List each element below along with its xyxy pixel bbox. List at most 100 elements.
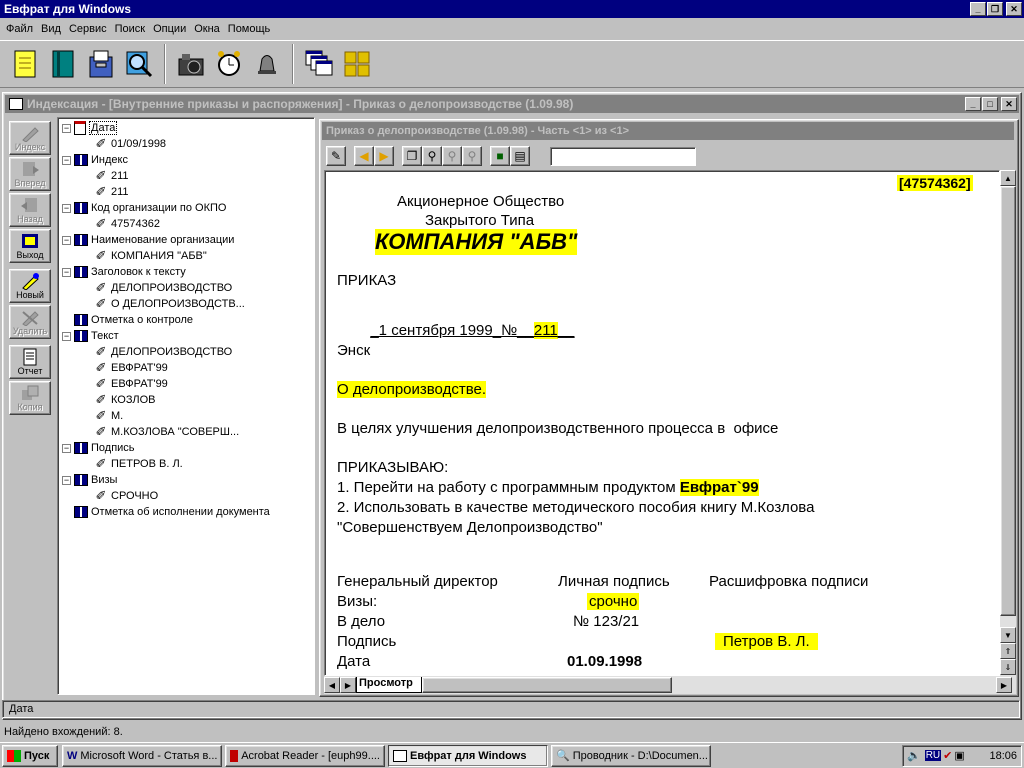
- book-button[interactable]: [44, 45, 82, 83]
- tree-node[interactable]: − Код организации по ОКПО: [62, 200, 314, 216]
- collapse-icon[interactable]: −: [62, 203, 71, 213]
- indexing-titlebar[interactable]: Индексация - [Внутренние приказы и распо…: [5, 95, 1019, 113]
- restore-button[interactable]: ❐: [987, 2, 1003, 16]
- checkmark-icon[interactable]: ✔: [943, 749, 952, 762]
- monitor-icon[interactable]: ▣: [954, 749, 964, 762]
- index-tree[interactable]: − Дата ✐ 01/09/1998− Индекс ✐ 211 ✐ 211− Код орга…: [57, 117, 315, 695]
- cascade-button[interactable]: [300, 45, 338, 83]
- report-button[interactable]: Отчет: [9, 345, 51, 379]
- scroll-thumb[interactable]: [1000, 186, 1016, 616]
- alarm-button[interactable]: [210, 45, 248, 83]
- tree-leaf[interactable]: ✐ М.: [62, 408, 314, 424]
- menu-service[interactable]: Сервис: [65, 23, 111, 35]
- document-vscrollbar[interactable]: ▲ ▼ ⇑ ⇓: [1000, 170, 1016, 678]
- system-tray: 🔈 RU ✔ ▣ 18:06: [902, 744, 1022, 767]
- tree-leaf[interactable]: ✐ О ДЕЛОПРОИЗВОДСТВ...: [62, 296, 314, 312]
- tree-leaf[interactable]: ✐ КОМПАНИЯ "АБВ": [62, 248, 314, 264]
- tree-leaf[interactable]: ✐ 01/09/1998: [62, 136, 314, 152]
- menu-windows[interactable]: Окна: [190, 23, 224, 35]
- search-button[interactable]: [120, 45, 158, 83]
- tree-node[interactable]: − Заголовок к тексту: [62, 264, 314, 280]
- new-button[interactable]: Новый: [9, 269, 51, 303]
- tree-node[interactable]: − Текст: [62, 328, 314, 344]
- tree-leaf[interactable]: ✐ КОЗЛОВ: [62, 392, 314, 408]
- tree-node[interactable]: Отметка о контроле: [62, 312, 314, 328]
- hscroll-right[interactable]: ▶: [996, 677, 1012, 693]
- print-button[interactable]: ▤: [510, 146, 530, 166]
- tree-leaf[interactable]: ✐ ДЕЛОПРОИЗВОДСТВО: [62, 344, 314, 360]
- find-next-button[interactable]: ⚲: [462, 146, 482, 166]
- menu-help[interactable]: Помощь: [224, 23, 275, 35]
- tree-node[interactable]: − Наименование организации: [62, 232, 314, 248]
- task-explorer[interactable]: 🔍 Проводник - D:\Documen...: [551, 744, 711, 767]
- prev-button[interactable]: ◀: [354, 146, 374, 166]
- menu-options[interactable]: Опции: [149, 23, 190, 35]
- tree-leaf[interactable]: ✐ М.КОЗЛОВА "СОВЕРШ...: [62, 424, 314, 440]
- delete-button[interactable]: Удалить: [9, 305, 51, 339]
- tree-leaf[interactable]: ✐ СРОЧНО: [62, 488, 314, 504]
- viewer-search-input[interactable]: [550, 146, 696, 166]
- mdi-close-button[interactable]: ✕: [1001, 97, 1017, 111]
- tab-scroll-left[interactable]: ◀: [324, 677, 340, 693]
- task-euphrates[interactable]: Евфрат для Windows: [388, 744, 548, 767]
- scroll-up-button[interactable]: ▲: [1000, 170, 1016, 186]
- collapse-icon[interactable]: −: [62, 155, 71, 165]
- page-down-button[interactable]: ⇓: [1000, 659, 1016, 675]
- back-button[interactable]: Назад: [9, 193, 51, 227]
- tree-leaf[interactable]: ✐ ДЕЛОПРОИЗВОДСТВО: [62, 280, 314, 296]
- tree-leaf[interactable]: ✐ 211: [62, 168, 314, 184]
- language-indicator[interactable]: RU: [924, 750, 942, 761]
- camera-button[interactable]: [172, 45, 210, 83]
- collapse-icon[interactable]: −: [62, 331, 71, 341]
- tab-scroll-right[interactable]: ▶: [340, 677, 356, 693]
- cabinet-button[interactable]: [82, 45, 120, 83]
- menu-file[interactable]: Файл: [2, 23, 37, 35]
- close-button[interactable]: ✕: [1006, 2, 1022, 16]
- copy-text-button[interactable]: ❐: [402, 146, 422, 166]
- exit-button[interactable]: Выход: [9, 229, 51, 263]
- tree-node[interactable]: − Визы: [62, 472, 314, 488]
- tree-leaf[interactable]: ✐ 47574362: [62, 216, 314, 232]
- menu-view[interactable]: Вид: [37, 23, 65, 35]
- tree-node[interactable]: Отметка об исполнении документа: [62, 504, 314, 520]
- find-prev-button[interactable]: ⚲: [442, 146, 462, 166]
- viewer-titlebar[interactable]: Приказ о делопроизводстве (1.09.98) - Ча…: [322, 122, 1014, 140]
- tile-button[interactable]: [338, 45, 376, 83]
- forward-button[interactable]: Вперед: [9, 157, 51, 191]
- tree-leaf[interactable]: ✐ 211: [62, 184, 314, 200]
- hscroll-thumb[interactable]: [421, 677, 672, 693]
- collapse-icon[interactable]: −: [62, 267, 71, 277]
- menu-search[interactable]: Поиск: [111, 23, 149, 35]
- task-acrobat[interactable]: Acrobat Reader - [euph99....: [225, 744, 385, 767]
- notepad-button[interactable]: [6, 45, 44, 83]
- tree-leaf[interactable]: ✐ ЕВФРАТ'99: [62, 376, 314, 392]
- index-button[interactable]: Индекс: [9, 121, 51, 155]
- tree-node[interactable]: − Дата: [62, 120, 314, 136]
- tree-leaf[interactable]: ✐ ЕВФРАТ'99: [62, 360, 314, 376]
- find-button[interactable]: ⚲: [422, 146, 442, 166]
- mdi-minimize-button[interactable]: _: [965, 97, 981, 111]
- tree-node[interactable]: − Подпись: [62, 440, 314, 456]
- app-titlebar[interactable]: Евфрат для Windows _ ❐ ✕: [0, 0, 1024, 18]
- task-word[interactable]: W Microsoft Word - Статья в...: [62, 744, 222, 767]
- collapse-icon[interactable]: −: [62, 235, 71, 245]
- scroll-down-button[interactable]: ▼: [1000, 627, 1016, 643]
- minimize-button[interactable]: _: [970, 2, 986, 16]
- tab-view[interactable]: Просмотр: [356, 677, 422, 693]
- start-button[interactable]: Пуск: [2, 744, 58, 767]
- collapse-icon[interactable]: −: [62, 475, 71, 485]
- page-up-button[interactable]: ⇑: [1000, 643, 1016, 659]
- tree-leaf[interactable]: ✐ ПЕТРОВ В. Л.: [62, 456, 314, 472]
- collapse-icon[interactable]: −: [62, 443, 71, 453]
- document-view[interactable]: [47574362] Акционерное Общество Закрытог…: [324, 170, 1000, 676]
- next-button[interactable]: ▶: [374, 146, 394, 166]
- train-button[interactable]: ■: [490, 146, 510, 166]
- clock[interactable]: 18:06: [989, 750, 1017, 762]
- mdi-maximize-button[interactable]: □: [982, 97, 998, 111]
- edit-button[interactable]: ✎: [326, 146, 346, 166]
- copy-button[interactable]: Копия: [9, 381, 51, 415]
- tree-node[interactable]: − Индекс: [62, 152, 314, 168]
- bell-button[interactable]: [248, 45, 286, 83]
- collapse-icon[interactable]: −: [62, 123, 71, 133]
- speaker-icon[interactable]: 🔈: [907, 749, 921, 762]
